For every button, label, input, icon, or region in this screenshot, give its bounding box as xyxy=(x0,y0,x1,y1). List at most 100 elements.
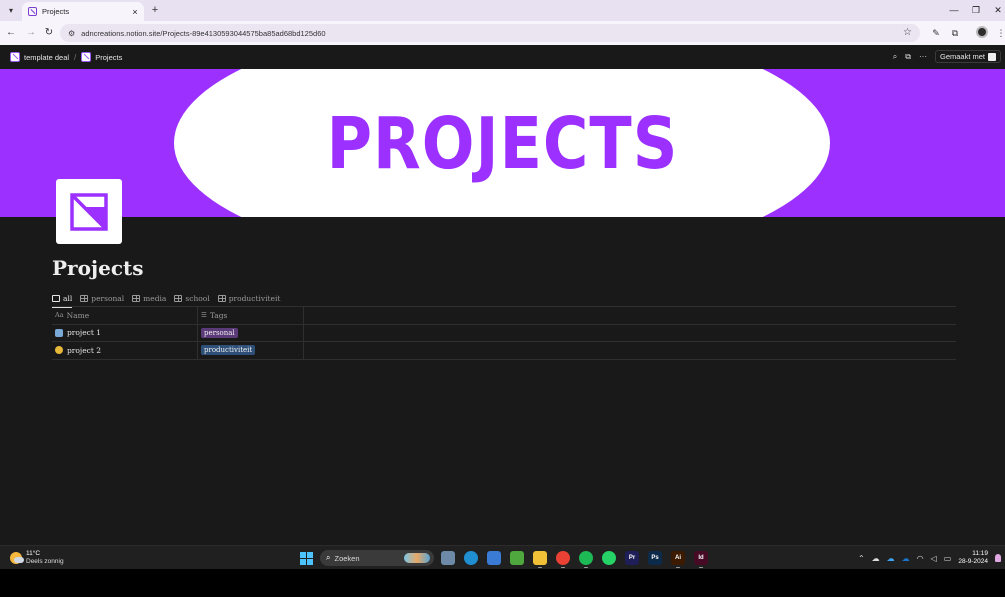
table-icon xyxy=(52,294,60,302)
tab-title: Projects xyxy=(42,7,70,16)
row-name: project 2 xyxy=(67,345,102,355)
clock[interactable]: 11:19 28-9-2024 xyxy=(958,550,988,566)
system-tray: ⌃ ☁ ☁ ☁ ◠ ◁ ▭ 11:19 28-9-2024 xyxy=(858,550,1001,566)
column-header-tags[interactable]: ☰ Tags xyxy=(198,307,304,324)
partly-sunny-icon xyxy=(10,552,24,564)
whatsapp-app-icon[interactable] xyxy=(602,551,616,565)
page-cover: PROJECTS xyxy=(0,69,1005,217)
battery-icon[interactable]: ▭ xyxy=(944,554,952,563)
wifi-icon[interactable]: ◠ xyxy=(917,554,924,563)
breadcrumb-label: template deal xyxy=(24,52,70,62)
database-table: Aa Name ☰ Tags project 1 personal projec… xyxy=(52,307,956,360)
browser-toolbar: ← → ↻ ⚙ adncreations.notion.site/Project… xyxy=(0,21,1005,45)
restore-button[interactable]: ❐ xyxy=(969,3,983,17)
gallery-icon xyxy=(132,294,141,302)
site-info-icon[interactable]: ⚙ xyxy=(68,29,75,38)
view-tab-productiviteit[interactable]: productiviteit xyxy=(217,290,280,306)
address-bar[interactable]: ⚙ adncreations.notion.site/Projects-89e4… xyxy=(60,24,920,42)
clock-date: 28-9-2024 xyxy=(958,558,988,565)
menu-kebab-icon[interactable]: ⋮ xyxy=(994,26,1005,40)
minimize-button[interactable]: — xyxy=(947,3,961,17)
column-filler xyxy=(304,307,956,324)
back-button[interactable]: ← xyxy=(4,26,18,40)
volume-icon[interactable]: ◁ xyxy=(931,554,937,563)
search-icon: ⌕ xyxy=(326,553,331,562)
bookmark-star-icon[interactable]: ☆ xyxy=(903,27,912,38)
list-property-icon: ☰ xyxy=(201,311,207,320)
onedrive-icon[interactable]: ☁ xyxy=(887,554,895,563)
search-highlight-image xyxy=(404,553,430,563)
chevron-up-icon[interactable]: ⌃ xyxy=(858,554,865,563)
indesign-app-icon[interactable]: Id xyxy=(694,551,708,568)
close-window-button[interactable]: ✕ xyxy=(991,3,1005,17)
extensions-icon[interactable]: ⧉ xyxy=(948,26,962,40)
column-header-name[interactable]: Aa Name xyxy=(52,307,198,324)
profile-avatar[interactable] xyxy=(976,26,988,38)
notification-bell-icon[interactable] xyxy=(995,554,1001,562)
minecraft-app-icon[interactable] xyxy=(510,551,524,565)
browser-tab[interactable]: Projects × xyxy=(22,2,144,21)
windows-start-icon[interactable] xyxy=(300,551,313,565)
taskbar-center: ⌕ Zoeken Pr Ps Ai Id xyxy=(300,550,708,568)
edge-app-icon[interactable] xyxy=(464,551,478,565)
row-filler xyxy=(304,325,956,342)
view-tab-school[interactable]: school xyxy=(174,290,210,306)
database-view-tabs: all personal media school productiviteit xyxy=(52,290,280,308)
column-label: Name xyxy=(66,310,90,320)
new-tab-button[interactable]: + xyxy=(149,3,161,17)
row-name-cell[interactable]: project 2 xyxy=(52,342,198,359)
taskbar-search[interactable]: ⌕ Zoeken xyxy=(320,550,434,566)
notion-logo-icon xyxy=(988,52,996,61)
gallery-icon xyxy=(80,294,89,302)
search-icon[interactable]: ⌕ xyxy=(893,52,897,62)
arrow-left-icon: ← xyxy=(6,27,16,38)
breadcrumb-separator: / xyxy=(74,52,77,62)
store-app-icon[interactable] xyxy=(487,551,501,565)
photoshop-app-icon[interactable]: Ps xyxy=(648,551,662,565)
duplicate-icon[interactable]: ⧉ xyxy=(905,52,911,62)
column-label: Tags xyxy=(209,310,228,320)
tab-search-menu-button[interactable]: ▾ xyxy=(3,3,19,18)
table-row[interactable]: project 1 personal xyxy=(52,324,956,342)
url-text[interactable]: adncreations.notion.site/Projects-89e413… xyxy=(81,29,325,38)
cloud-icon[interactable]: ☁ xyxy=(872,554,880,563)
view-tab-all[interactable]: all xyxy=(52,290,73,308)
view-tab-personal[interactable]: personal xyxy=(80,290,124,306)
notion-topbar: template deal / Projects ⌕ ⧉ ··· Gemaakt… xyxy=(0,45,1005,69)
weather-widget[interactable]: 11°C Deels zonnig xyxy=(10,550,64,566)
notion-favicon-icon xyxy=(28,7,37,16)
row-tags-cell[interactable]: personal xyxy=(198,324,304,341)
page-icon xyxy=(81,52,92,62)
view-tab-media[interactable]: media xyxy=(132,290,166,306)
view-label: all xyxy=(63,293,73,303)
reload-icon: ↻ xyxy=(44,27,54,38)
breadcrumb-item-template-deal[interactable]: template deal xyxy=(10,52,69,62)
illustrator-app-icon[interactable]: Ai xyxy=(671,551,685,568)
explorer-files-app-icon[interactable] xyxy=(441,551,455,565)
table-row[interactable]: project 2 productiviteit xyxy=(52,342,956,360)
project-emoji-icon xyxy=(55,346,63,355)
gallery-icon xyxy=(217,294,226,302)
pen-icon[interactable]: ✎ xyxy=(929,26,943,40)
more-options-button[interactable]: ··· xyxy=(919,52,927,61)
row-tags-cell[interactable]: productiviteit xyxy=(198,342,304,359)
row-name-cell[interactable]: project 1 xyxy=(52,324,198,341)
text-property-icon: Aa xyxy=(55,311,64,320)
made-with-notion-button[interactable]: Gemaakt met xyxy=(934,50,1001,63)
reload-button[interactable]: ↻ xyxy=(42,26,56,40)
file-explorer-app-icon[interactable] xyxy=(533,551,547,568)
page-icon xyxy=(10,52,20,62)
weather-condition: Deels zonnig xyxy=(26,558,64,565)
breadcrumb-item-projects[interactable]: Projects xyxy=(81,52,122,62)
view-label: school xyxy=(185,293,210,303)
premiere-app-icon[interactable]: Pr xyxy=(625,551,639,565)
forward-button[interactable]: → xyxy=(24,26,38,40)
chrome-app-icon[interactable] xyxy=(556,551,570,568)
tag-badge: personal xyxy=(201,327,238,338)
view-label: media xyxy=(143,293,167,303)
onedrive-business-icon[interactable]: ☁ xyxy=(902,554,910,563)
spotify-app-icon[interactable] xyxy=(579,551,593,568)
tab-close-button[interactable]: × xyxy=(130,7,140,17)
page-icon-large[interactable] xyxy=(56,179,122,244)
windows-taskbar: 11°C Deels zonnig ⌕ Zoeken Pr Ps Ai Id ⌃ ☁ … xyxy=(0,545,1005,569)
